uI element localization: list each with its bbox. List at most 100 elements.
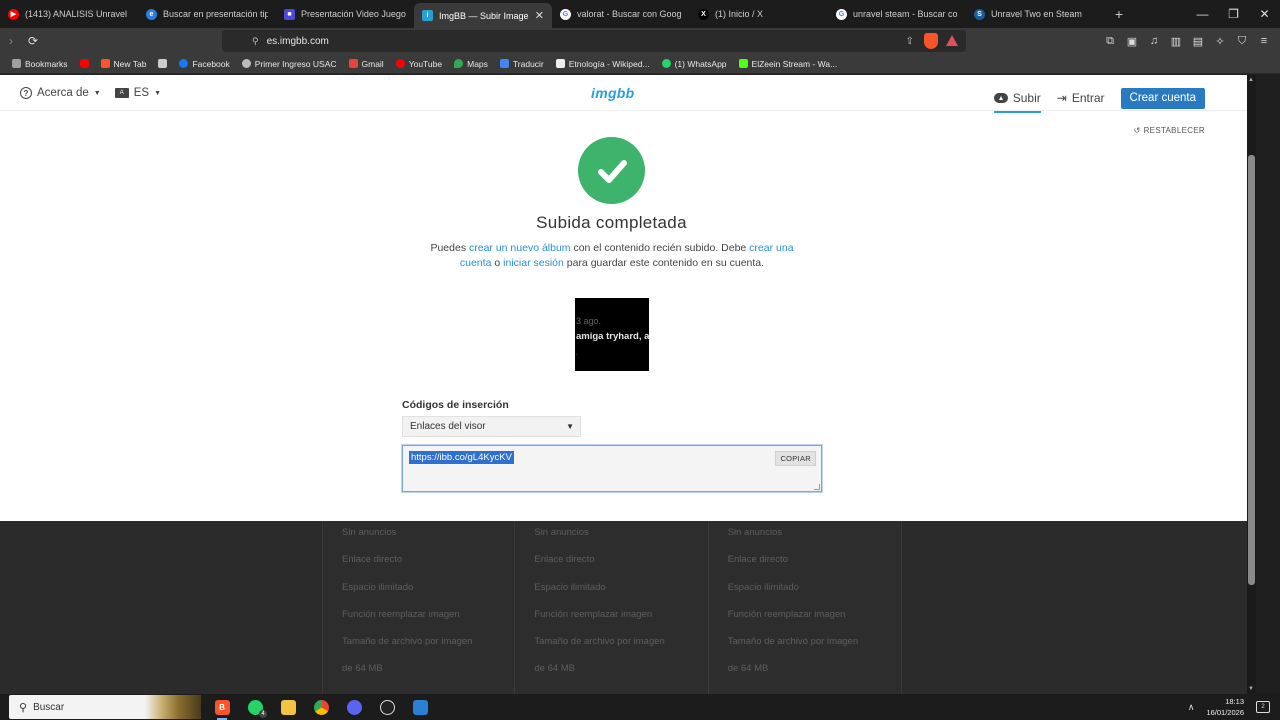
feature-item: Espacio ilimitado bbox=[727, 581, 799, 593]
google-icon: G bbox=[836, 8, 847, 20]
bookmark-label: New Tab bbox=[113, 58, 147, 69]
taskbar-app[interactable] bbox=[409, 696, 431, 718]
taskbar-discord[interactable] bbox=[343, 696, 365, 718]
taskbar-clock[interactable]: 18:13 16/01/2026 bbox=[1206, 696, 1244, 718]
notifications-icon[interactable]: 2 bbox=[1256, 701, 1270, 713]
close-window-icon[interactable]: ✕ bbox=[1249, 0, 1280, 28]
url-text: es.imgbb.com bbox=[266, 35, 329, 47]
browser-tab[interactable]: ■ Presentación Video Juego Gam bbox=[276, 0, 414, 28]
minimize-icon[interactable]: — bbox=[1187, 0, 1218, 28]
taskbar-chrome[interactable] bbox=[310, 696, 332, 718]
sidebar-icon[interactable]: ▥ bbox=[1166, 35, 1186, 48]
brave-icon bbox=[100, 59, 110, 68]
page-scrollbar[interactable]: ▲ ▼ bbox=[1247, 75, 1256, 694]
browser-tab-active[interactable]: i ImgBB — Subir Imagen — ✕ bbox=[414, 3, 552, 28]
taskbar-obs[interactable] bbox=[376, 696, 398, 718]
create-album-link[interactable]: crear un nuevo álbum bbox=[469, 242, 571, 254]
scroll-down-icon[interactable]: ▼ bbox=[1248, 686, 1254, 692]
leo-ai-icon[interactable]: ✧ bbox=[1210, 35, 1230, 48]
media-icon[interactable]: ♫ bbox=[1144, 35, 1164, 47]
new-tab-button[interactable]: + bbox=[1104, 0, 1134, 28]
taskbar-brave[interactable]: B bbox=[211, 696, 233, 720]
clock-time: 18:13 bbox=[1225, 697, 1244, 706]
browser-tab[interactable]: e Buscar en presentación tipo vi bbox=[138, 0, 276, 28]
share-icon[interactable]: ⇪ bbox=[906, 36, 914, 47]
reset-button[interactable]: ↺ RESTABLECER bbox=[1134, 126, 1205, 135]
wikipedia-icon bbox=[555, 59, 565, 68]
cloud-upload-icon bbox=[993, 93, 1008, 103]
google-icon: G bbox=[560, 8, 571, 20]
reload-icon[interactable]: ⟳ bbox=[22, 30, 44, 52]
globe-icon bbox=[241, 59, 251, 68]
bookmark-item[interactable] bbox=[79, 59, 89, 68]
resize-handle[interactable] bbox=[814, 484, 820, 490]
feature-item: Tamaño de archivo por imagen bbox=[342, 636, 473, 648]
browser-tab[interactable]: Gvalorat - Buscar con Google bbox=[552, 0, 690, 28]
feature-item: Función reemplazar imagen bbox=[534, 608, 653, 620]
bookmark-item[interactable]: Traducir bbox=[499, 59, 544, 69]
browser-tab[interactable]: S Unravel Two en Steam bbox=[966, 0, 1104, 28]
bookmark-item[interactable]: ElZeein Stream - Wa... bbox=[738, 59, 837, 69]
feature-column: Sin anuncios Enlace directo Espacio ilim… bbox=[322, 521, 516, 694]
browser-tab[interactable]: Gunravel steam - Buscar con Go bbox=[828, 0, 966, 28]
embed-type-select[interactable]: Enlaces del visor ▼ bbox=[402, 416, 581, 437]
doc-icon bbox=[158, 59, 168, 68]
bookmark-item[interactable] bbox=[158, 59, 168, 68]
create-account-button[interactable]: Crear cuenta bbox=[1120, 87, 1205, 109]
about-menu[interactable]: ? Acerca de ▼ bbox=[20, 87, 101, 99]
embed-code-textarea[interactable]: https://ibb.co/gL4KycKV COPIAR bbox=[402, 445, 822, 492]
sign-in-icon: ⇥ bbox=[1056, 91, 1067, 105]
extensions-icon[interactable]: ⧉ bbox=[1100, 35, 1120, 48]
bookmarks-bar: Bookmarks New Tab Facebook Primer Ingres… bbox=[0, 54, 1280, 74]
bookmark-item[interactable]: Maps bbox=[454, 59, 488, 69]
taskbar-file-explorer[interactable] bbox=[277, 696, 299, 718]
bookmark-item[interactable]: Bookmarks bbox=[12, 59, 68, 69]
forward-icon[interactable]: › bbox=[0, 30, 22, 52]
tab-title: (1) Inicio / X bbox=[715, 9, 764, 19]
upload-link[interactable]: Subir bbox=[993, 85, 1041, 113]
taskbar-search[interactable]: ⚲ Buscar bbox=[9, 695, 201, 719]
imgbb-logo[interactable]: imgbb bbox=[591, 85, 635, 101]
feature-item: Espacio ilimitado bbox=[534, 581, 606, 593]
bookmark-item[interactable]: Gmail bbox=[348, 58, 384, 69]
show-hidden-icons-icon[interactable]: ∧ bbox=[1188, 702, 1195, 713]
bookmark-item[interactable]: New Tab bbox=[100, 58, 147, 69]
search-icon: ⚲ bbox=[19, 701, 28, 714]
browser-tab[interactable]: ▶ (1413) ANALISIS Unravel 2 - La bbox=[0, 0, 138, 28]
scroll-up-icon[interactable]: ▲ bbox=[1248, 77, 1254, 83]
embed-link-text[interactable]: https://ibb.co/gL4KycKV bbox=[409, 451, 514, 464]
tab-search-icon[interactable]: ▣ bbox=[1122, 35, 1142, 48]
page-title: Subida completada bbox=[536, 213, 687, 232]
feature-item: Sin anuncios bbox=[727, 527, 783, 538]
uploaded-image-thumbnail[interactable]: 3 ago. amiga tryhard, a ∙ bbox=[575, 298, 649, 371]
tab-title: Presentación Video Juego Gam bbox=[301, 9, 406, 19]
login-link[interactable]: ⇥ Entrar bbox=[1057, 85, 1105, 111]
bookmark-item[interactable]: (1) WhatsApp bbox=[661, 59, 727, 69]
sign-in-link[interactable]: iniciar sesión bbox=[503, 257, 564, 269]
site-info-icon[interactable]: ⚲ bbox=[252, 36, 259, 47]
copy-button[interactable]: COPIAR bbox=[775, 451, 816, 466]
brave-shields-icon[interactable] bbox=[924, 33, 938, 49]
wallet-icon[interactable]: ▤ bbox=[1188, 35, 1208, 48]
taskbar-whatsapp[interactable]: 4 bbox=[244, 696, 267, 718]
bookmark-label: Gmail bbox=[361, 58, 384, 69]
bookmark-label: YouTube bbox=[408, 58, 443, 69]
bookmark-label: Facebook bbox=[192, 58, 230, 69]
bookmark-item[interactable]: Facebook bbox=[179, 58, 230, 69]
bookmark-item[interactable]: Etnología - Wikiped... bbox=[555, 59, 650, 69]
feature-item: Sin anuncios bbox=[342, 527, 397, 538]
restore-icon[interactable]: ❐ bbox=[1218, 0, 1249, 28]
scrollbar-thumb[interactable] bbox=[1248, 155, 1255, 585]
bookmark-item[interactable]: Primer Ingreso USAC bbox=[241, 59, 337, 69]
feature-item: Función reemplazar imagen bbox=[727, 608, 846, 620]
browser-tab[interactable]: X (1) Inicio / X bbox=[690, 0, 828, 28]
bookmark-item[interactable]: YouTube bbox=[395, 58, 443, 69]
brave-rewards-icon[interactable] bbox=[946, 35, 958, 46]
embed-type-value: Enlaces del visor bbox=[410, 421, 486, 432]
language-menu[interactable]: A ES ▼ bbox=[114, 87, 161, 99]
address-bar[interactable]: ⚲ es.imgbb.com ⇪ bbox=[222, 30, 966, 52]
menu-icon[interactable]: ≡ bbox=[1254, 35, 1274, 47]
close-tab-icon[interactable]: ✕ bbox=[535, 9, 544, 22]
vpn-icon[interactable]: ⛉ bbox=[1232, 35, 1252, 48]
whatsapp-badge: 4 bbox=[259, 710, 267, 718]
